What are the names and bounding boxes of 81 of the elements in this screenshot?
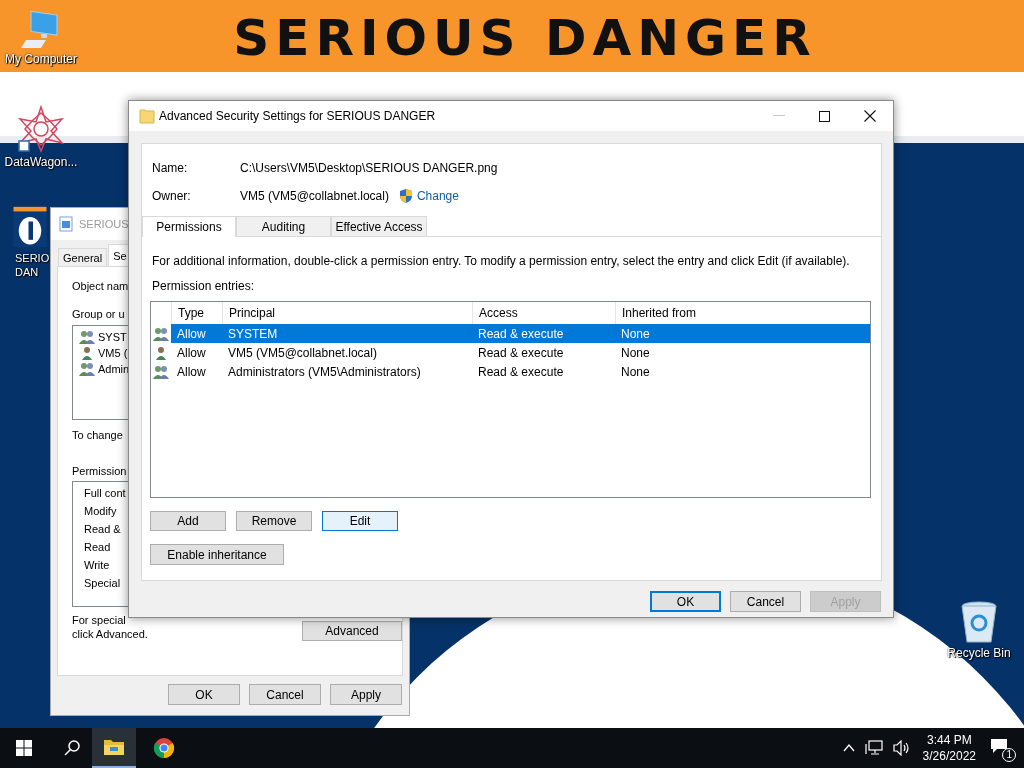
users-icon: [153, 326, 169, 341]
table-cell-text: Allow: [176, 326, 207, 341]
close-icon[interactable]: [864, 110, 876, 122]
star-logo-icon[interactable]: [17, 105, 65, 153]
table-cell-text: None: [620, 326, 651, 341]
section-label: Permission entries:: [152, 279, 256, 293]
hint-text: For special: [72, 613, 127, 627]
table-cell-text: None: [620, 345, 651, 360]
tab[interactable]: Auditing: [236, 216, 331, 236]
browser-icon: [153, 737, 175, 759]
clock-date[interactable]: 3/26/2022: [922, 748, 976, 764]
tab[interactable]: Permissions: [142, 216, 236, 237]
desktop-icon-label[interactable]: DAN: [15, 265, 39, 279]
window-title: Advanced Security Settings for SERIOUS DANGER: [159, 109, 436, 123]
table-cell-text: Read & execute: [477, 326, 565, 341]
permission-name: Full cont: [84, 486, 127, 500]
dialog-button[interactable]: Apply: [330, 684, 402, 705]
folder-icon: [139, 108, 155, 124]
notification-count[interactable]: 1: [1002, 748, 1016, 762]
table-cell-text: Allow: [176, 364, 207, 379]
field-label: Name:: [152, 161, 189, 175]
field-label: Permission: [72, 464, 127, 478]
permission-name: Read &: [84, 522, 122, 536]
notification-icon[interactable]: [990, 738, 1008, 754]
field-label: Object nam: [72, 279, 129, 293]
table-cell-text: Read & execute: [477, 345, 565, 360]
user-icon: [153, 345, 169, 360]
users-icon: [79, 362, 95, 376]
shield-icon: [398, 188, 413, 204]
users-icon: [79, 330, 95, 344]
desktop-icon-label[interactable]: DataWagon...: [4, 155, 78, 169]
user-name[interactable]: Admin: [98, 362, 130, 376]
field-label: Group or u: [72, 307, 125, 321]
permission-name: Modify: [84, 504, 118, 518]
entry-button[interactable]: Edit: [322, 511, 398, 531]
table-cell-text: SYSTEM: [227, 326, 279, 341]
windows-start-icon[interactable]: [16, 740, 32, 756]
dialog-button[interactable]: OK: [650, 591, 721, 612]
users-icon: [153, 364, 169, 379]
table-cell-text: Read & execute: [477, 364, 565, 379]
field-label: Owner:: [152, 189, 192, 203]
hint-text: To change: [72, 428, 123, 442]
tab[interactable]: Effective Access: [331, 216, 427, 236]
maximize-icon[interactable]: [819, 110, 830, 122]
entry-button[interactable]: Add: [150, 511, 226, 531]
image-file-icon: [59, 216, 73, 232]
permission-name: Special: [84, 576, 122, 590]
table-row[interactable]: Allow Administrators (VM5\Administrators) Read & execute None: [151, 362, 870, 381]
recycle-bin-icon[interactable]: [959, 600, 999, 644]
folder-icon: [103, 738, 125, 756]
dialog-button[interactable]: OK: [168, 684, 240, 705]
desktop-icon-label[interactable]: SERIO: [15, 251, 50, 265]
table-cell-text: VM5 (VM5@collabnet.local): [227, 345, 378, 360]
permission-name: Write: [84, 558, 111, 572]
instructions-text: For additional information, double-click a permission entry. To modify a permission entry, select the entry and click Edit (if available).: [152, 254, 851, 268]
speaker-icon[interactable]: [892, 740, 911, 756]
network-icon[interactable]: [864, 740, 883, 756]
wallpaper-headline: SERIOUS DANGER: [232, 8, 818, 68]
entry-button[interactable]: Remove: [236, 511, 312, 531]
search-icon[interactable]: [64, 740, 80, 756]
hint-text: click Advanced.: [72, 627, 149, 641]
change-link[interactable]: Change: [416, 189, 459, 203]
table-cell-text: Allow: [176, 345, 207, 360]
user-name[interactable]: SYST: [98, 330, 127, 344]
permission-name: Read: [84, 540, 112, 554]
dialog-button[interactable]: Cancel: [730, 591, 801, 612]
chevron-up-icon[interactable]: [842, 744, 855, 752]
tab[interactable]: General: [58, 248, 108, 266]
advanced-button[interactable]: Advanced: [302, 621, 402, 641]
user-name[interactable]: VM5 (: [98, 346, 128, 360]
table-row[interactable]: Allow VM5 (VM5@collabnet.local) Read & execute None: [151, 343, 870, 362]
enable-inheritance-button[interactable]: Enable inheritance: [150, 544, 284, 565]
clock-time[interactable]: 3:44 PM: [926, 732, 972, 748]
owner-name: VM5 (VM5@collabnet.local): [240, 189, 389, 203]
user-icon: [79, 346, 95, 360]
folder-taskbar-button[interactable]: [92, 728, 136, 768]
table-cell-text: None: [620, 364, 651, 379]
table-cell-text: Administrators (VM5\Administrators): [227, 364, 422, 379]
file-path: C:\Users\VM5\Desktop\SERIOUS DANGER.png: [240, 161, 498, 175]
window-title: SERIOUS: [79, 218, 129, 230]
dialog-button[interactable]: Cancel: [249, 684, 321, 705]
